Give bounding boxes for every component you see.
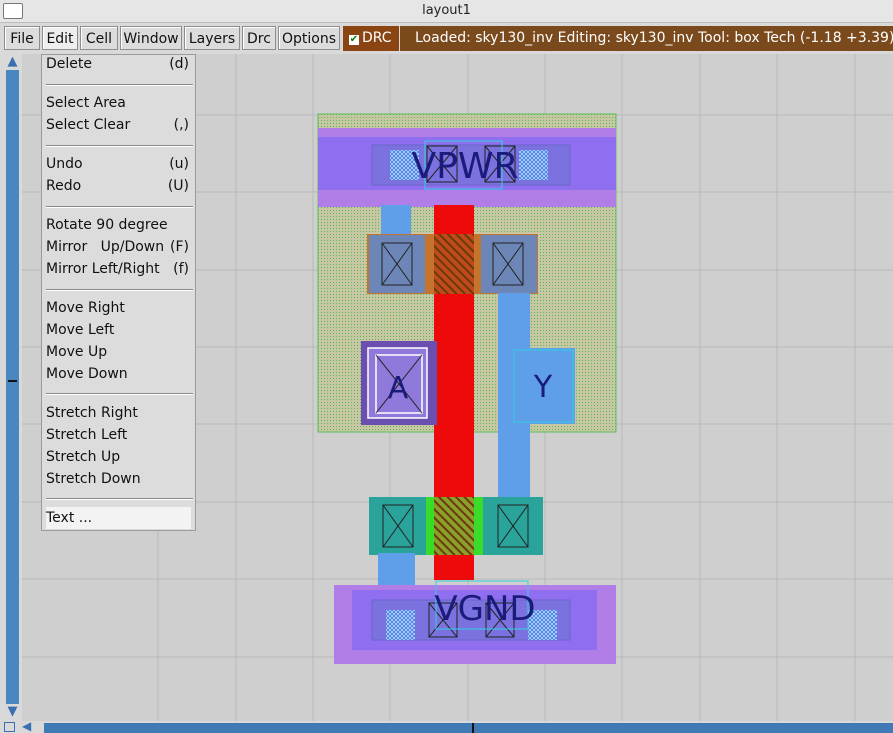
vgnd-label: VGND	[434, 589, 535, 629]
menu-item-rotate[interactable]: Rotate 90 degree	[46, 214, 191, 236]
zoom-box-icon[interactable]	[4, 722, 15, 732]
menu-item-stretch-up[interactable]: Stretch Up	[46, 446, 191, 468]
menu-cell[interactable]: Cell	[80, 26, 118, 50]
horizontal-scroll-track[interactable]	[44, 723, 893, 733]
menu-item-redo[interactable]: Redo (U)	[46, 175, 191, 197]
menu-drc[interactable]: Drc	[242, 26, 276, 50]
menu-edit[interactable]: Edit	[42, 26, 78, 50]
horizontal-scrollbar[interactable]: ◀	[0, 719, 893, 733]
menu-item-stretch-down[interactable]: Stretch Down	[46, 468, 191, 490]
menu-item-move-down[interactable]: Move Down	[46, 363, 191, 385]
scroll-left-arrow-icon[interactable]: ◀	[22, 719, 31, 733]
checkbox-checked-icon: ✔	[349, 34, 359, 45]
hscroll-position-marker	[472, 723, 474, 733]
menu-separator	[46, 393, 193, 395]
drc-toggle-label: DRC	[362, 30, 392, 46]
menu-item-text[interactable]: Text ...	[46, 507, 191, 529]
menu-file[interactable]: File	[4, 26, 40, 50]
menu-item-select-area[interactable]: Select Area	[46, 92, 191, 114]
menu-separator	[46, 206, 193, 208]
window-title: layout1	[422, 3, 471, 18]
menu-item-select-clear[interactable]: Select Clear (,)	[46, 114, 191, 136]
menu-separator	[46, 145, 193, 147]
menu-item-move-up[interactable]: Move Up	[46, 341, 191, 363]
output-y-label: Y	[533, 370, 553, 405]
menu-window[interactable]: Window	[120, 26, 182, 50]
vpwr-via[interactable]	[519, 150, 548, 180]
vertical-scroll-track[interactable]	[6, 70, 19, 704]
li-connector[interactable]	[381, 205, 411, 235]
menu-item-mirror-up-down[interactable]: Mirror Up/Down (F)	[46, 236, 191, 258]
scroll-position-marker	[8, 380, 17, 382]
scroll-down-arrow-icon[interactable]: ▼	[4, 704, 21, 719]
scroll-up-arrow-icon[interactable]: ▲	[4, 54, 21, 69]
edit-menu-dropdown: Delete (d) Select Area Select Clear (,) Un…	[41, 54, 196, 531]
menu-separator	[46, 84, 193, 86]
menu-item-stretch-left[interactable]: Stretch Left	[46, 424, 191, 446]
li-connector[interactable]	[378, 553, 415, 588]
nmos-gate[interactable]	[434, 497, 474, 555]
vpwr-label: VPWR	[412, 146, 519, 187]
vertical-scrollbar[interactable]: ▲ ▼	[4, 54, 21, 721]
menu-separator	[46, 498, 193, 500]
vgnd-via[interactable]	[386, 610, 415, 640]
pmos-drain-contact[interactable]	[481, 235, 537, 293]
menu-options[interactable]: Options	[278, 26, 340, 50]
menu-item-delete[interactable]: Delete (d)	[46, 53, 191, 75]
menu-item-mirror-left-right[interactable]: Mirror Left/Right (f)	[46, 258, 191, 280]
drc-toggle[interactable]: ✔ DRC	[343, 26, 399, 51]
menu-item-undo[interactable]: Undo (u)	[46, 153, 191, 175]
menu-item-move-left[interactable]: Move Left	[46, 319, 191, 341]
pmos-gate[interactable]	[434, 234, 474, 294]
menu-separator	[46, 289, 193, 291]
menu-item-stretch-right[interactable]: Stretch Right	[46, 402, 191, 424]
title-bar: layout1	[0, 0, 893, 23]
input-a-label: A	[388, 371, 409, 406]
status-text: Loaded: sky130_inv Editing: sky130_inv T…	[400, 26, 893, 51]
menu-item-move-right[interactable]: Move Right	[46, 297, 191, 319]
menu-layers[interactable]: Layers	[184, 26, 240, 50]
